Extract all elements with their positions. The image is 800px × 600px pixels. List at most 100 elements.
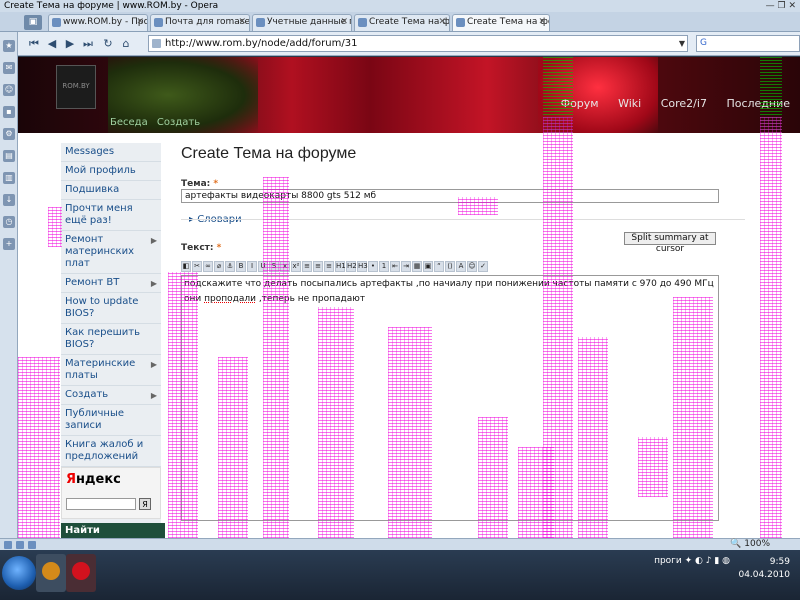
yandex-search-input[interactable]: [66, 498, 136, 510]
window-controls[interactable]: — ❐ ✕: [766, 0, 796, 12]
address-bar[interactable]: http://www.rom.by/node/add/forum/31 ▼: [148, 35, 688, 52]
clock-date: 04.04.2010: [738, 570, 790, 580]
align-right-icon[interactable]: ≡: [324, 261, 334, 272]
quote-icon[interactable]: “: [434, 261, 444, 272]
back-icon[interactable]: ◀: [44, 36, 60, 52]
tab-5-active[interactable]: Create Тема на форум...✕: [452, 14, 550, 31]
topic-title-input[interactable]: артефакты видеокарты 8800 gts 512 мб: [181, 189, 719, 203]
close-tab-icon[interactable]: ✕: [238, 15, 246, 30]
turbo-icon[interactable]: [28, 541, 36, 549]
home-icon[interactable]: ⌂: [118, 36, 134, 52]
close-tab-icon[interactable]: ✕: [340, 15, 348, 30]
smiley-icon[interactable]: ☺: [467, 261, 477, 272]
bullet-list-icon[interactable]: •: [368, 261, 378, 272]
downloads-icon[interactable]: ↓: [3, 194, 15, 206]
bookmarks-icon[interactable]: ★: [3, 40, 15, 52]
sidebar-item[interactable]: Публичные записи: [61, 405, 161, 436]
submenu-arrow-icon: ▶: [150, 391, 157, 400]
heading-h2-icon[interactable]: H2: [346, 261, 357, 272]
underline-icon[interactable]: U: [258, 261, 268, 272]
sidebar-item[interactable]: Как перешить BIOS?: [61, 324, 161, 355]
tab-4[interactable]: Create Тема на форуме...✕: [354, 14, 450, 31]
topnav-latest[interactable]: Последние: [726, 97, 790, 110]
fast-forward-icon[interactable]: ⏭: [80, 36, 96, 52]
align-left-icon[interactable]: ≡: [302, 261, 312, 272]
taskbar-app-1[interactable]: [36, 554, 66, 592]
sidebar-item[interactable]: Ремонт материнских плат ▶: [61, 231, 161, 274]
tab-2[interactable]: Почта для romasenin...✕: [150, 14, 250, 31]
tray-label[interactable]: проги: [654, 556, 682, 566]
system-clock[interactable]: 9:59 04.04.2010: [738, 556, 790, 582]
italic-icon[interactable]: I: [247, 261, 257, 272]
image-icon[interactable]: ▣: [423, 261, 433, 272]
strike-icon[interactable]: S: [269, 261, 279, 272]
contacts-icon[interactable]: ☺: [3, 84, 15, 96]
sidebar-item[interactable]: Messages: [61, 143, 161, 162]
widgets-icon[interactable]: ▪: [3, 106, 15, 118]
spellcheck-icon[interactable]: ✓: [478, 261, 488, 272]
yandex-search-button[interactable]: Я: [139, 498, 151, 510]
align-center-icon[interactable]: ≡: [313, 261, 323, 272]
settings-icon[interactable]: ⚙: [3, 128, 15, 140]
tab-3[interactable]: Учетные данные польз...✕: [252, 14, 352, 31]
table-icon[interactable]: ▦: [412, 261, 422, 272]
cut-icon[interactable]: ✂: [192, 261, 202, 272]
source-icon[interactable]: ◧: [181, 261, 191, 272]
indent-icon[interactable]: ⇥: [401, 261, 411, 272]
close-tab-icon[interactable]: ✕: [538, 15, 546, 30]
sidebar-item-label: Книга жалоб и предложений: [65, 439, 144, 462]
artifact-overlay: [48, 207, 62, 247]
heading-h1-icon[interactable]: H1: [335, 261, 346, 272]
add-panel-icon[interactable]: +: [3, 238, 15, 250]
close-tab-icon[interactable]: ✕: [438, 15, 446, 30]
link-icon[interactable]: ∞: [203, 261, 213, 272]
subnav-talk[interactable]: Беседа: [110, 117, 148, 128]
opera-icon: [72, 562, 90, 580]
unlink-icon[interactable]: ⌀: [214, 261, 224, 272]
sidebar-item[interactable]: How to update BIOS?: [61, 293, 161, 324]
outdent-icon[interactable]: ⇤: [390, 261, 400, 272]
numbered-list-icon[interactable]: 1: [379, 261, 389, 272]
site-logo[interactable]: ROM.BY: [56, 65, 96, 109]
sidebar-item-label: Подшивка: [65, 184, 120, 195]
submenu-arrow-icon: ▶: [150, 360, 157, 369]
tab-1[interactable]: www.ROM.by - Прош...✕: [48, 14, 148, 31]
sidebar-item[interactable]: Мой профиль: [61, 162, 161, 181]
sidebar-item[interactable]: Подшивка: [61, 181, 161, 200]
sidebar-item[interactable]: Книга жалоб и предложений: [61, 436, 161, 467]
title-label: Тема: *: [181, 179, 219, 189]
notes-icon[interactable]: ▤: [3, 150, 15, 162]
clock-icon[interactable]: ◷: [3, 216, 15, 228]
chevron-down-icon[interactable]: ▼: [679, 36, 685, 51]
history-icon[interactable]: ▥: [3, 172, 15, 184]
sidebar-item[interactable]: Прочти меня ещё раз!: [61, 200, 161, 231]
split-summary-button[interactable]: Split summary at cursor: [624, 232, 716, 254]
subscript-icon[interactable]: x: [280, 261, 290, 272]
heading-h3-icon[interactable]: H3: [357, 261, 368, 272]
topnav-wiki[interactable]: Wiki: [618, 97, 641, 110]
search-input[interactable]: G: [696, 35, 800, 52]
bold-icon[interactable]: B: [236, 261, 246, 272]
code-icon[interactable]: ⟨⟩: [445, 261, 455, 272]
topnav-core2[interactable]: Core2/i7: [661, 97, 707, 110]
rewind-icon[interactable]: ⏮: [26, 36, 42, 52]
sidebar-item[interactable]: Создать ▶: [61, 386, 161, 405]
body-editor[interactable]: подскажите что делать посыпались артефак…: [181, 275, 719, 521]
text-color-icon[interactable]: A: [456, 261, 466, 272]
speed-dial-icon[interactable]: ▣: [24, 15, 42, 30]
taskbar-opera[interactable]: [66, 554, 96, 592]
zoom-level[interactable]: 🔍 100%: [730, 539, 770, 549]
superscript-icon[interactable]: x²: [291, 261, 301, 272]
sidebar-item[interactable]: Материнские платы ▶: [61, 355, 161, 386]
unite-icon[interactable]: [16, 541, 24, 549]
anchor-icon[interactable]: ⚓: [225, 261, 235, 272]
mail-icon[interactable]: ✉: [3, 62, 15, 74]
subnav-create[interactable]: Создать: [157, 117, 200, 128]
close-tab-icon[interactable]: ✕: [136, 15, 144, 30]
reload-icon[interactable]: ↻: [100, 36, 116, 52]
forward-icon[interactable]: ▶: [62, 36, 78, 52]
sidebar-item[interactable]: Ремонт ВТ ▶: [61, 274, 161, 293]
panel-toggle-icon[interactable]: [4, 541, 12, 549]
windows-start-button[interactable]: [2, 556, 36, 590]
topnav-forum[interactable]: Форум: [561, 97, 599, 110]
